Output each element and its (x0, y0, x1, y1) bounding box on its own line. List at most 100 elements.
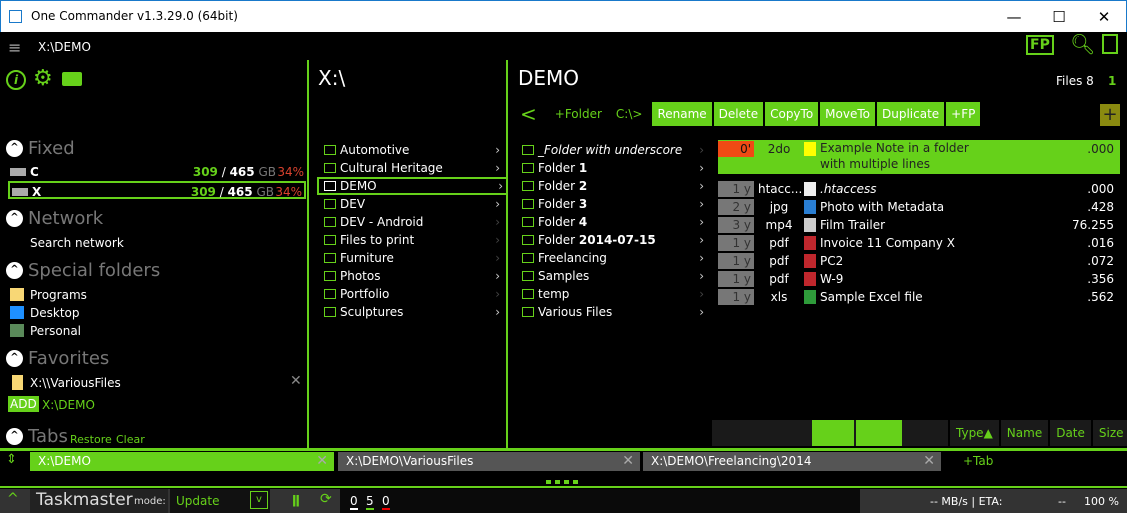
chevron-right-icon[interactable]: › (495, 285, 500, 303)
chevron-right-icon[interactable]: › (495, 141, 500, 159)
chevron-down-icon[interactable]: v (250, 491, 268, 509)
file-row[interactable]: 3 y mp4 Film Trailer 76.255 (718, 216, 1120, 234)
collapse-network-icon[interactable]: ^ (6, 210, 23, 227)
file-row[interactable]: 2 y jpg Photo with Metadata .428 (718, 198, 1120, 216)
moveto-button[interactable]: MoveTo (820, 102, 875, 126)
mode-select[interactable]: Update v (170, 489, 270, 513)
tab-item[interactable]: X:\DEMO\Freelancing\2014 ✕ (643, 452, 941, 471)
back-button[interactable]: < (520, 102, 537, 126)
folder-item[interactable]: DEV - Android › (324, 213, 504, 231)
expand-taskmaster-icon[interactable]: ^ (7, 491, 19, 507)
search-network-link[interactable]: Search network (30, 236, 124, 250)
close-tab-icon[interactable]: ✕ (923, 452, 935, 471)
file-row[interactable]: 1 y htacc... .htaccess .000 (718, 180, 1120, 198)
folder-item[interactable]: DEMO › (317, 177, 507, 195)
chevron-right-icon[interactable]: › (699, 141, 704, 159)
folder-item[interactable]: _Folder with underscore › (522, 141, 708, 159)
favorite-item[interactable]: X:\\VariousFiles (30, 376, 121, 390)
chevron-right-icon[interactable]: › (699, 159, 704, 177)
add-note-button[interactable]: + (1100, 104, 1120, 126)
splitter-handle[interactable] (546, 480, 582, 484)
collapse-fixed-icon[interactable]: ^ (6, 140, 23, 157)
chevron-right-icon[interactable]: › (699, 177, 704, 195)
folder-item[interactable]: Folder 4 › (522, 213, 708, 231)
tabs-toggle-icon[interactable]: ⇕ (6, 452, 17, 467)
chat-icon[interactable] (62, 72, 82, 86)
file-row[interactable]: 1 y pdf PC2 .072 (718, 252, 1120, 270)
add-favorite-button[interactable]: ADD (8, 396, 39, 412)
folder-item[interactable]: Samples › (522, 267, 708, 285)
close-tab-icon[interactable]: ✕ (622, 452, 634, 471)
info-icon[interactable]: i (6, 70, 26, 90)
collapse-tabs-icon[interactable]: ^ (6, 428, 23, 445)
file-row[interactable]: 1 y xls Sample Excel file .562 (718, 288, 1120, 306)
chevron-right-icon[interactable]: › (495, 231, 500, 249)
chevron-right-icon[interactable]: › (495, 195, 500, 213)
folder-item[interactable]: Automotive › (324, 141, 504, 159)
folder-item[interactable]: Sculptures › (324, 303, 504, 321)
chevron-right-icon[interactable]: › (699, 303, 704, 321)
folder-item[interactable]: Photos › (324, 267, 504, 285)
minimize-button[interactable]: — (991, 5, 1037, 29)
command-prompt-button[interactable]: C:\> (616, 107, 643, 121)
drive-item[interactable]: C 309 / 465 GB 34% (8, 163, 306, 181)
sort-name-button[interactable]: Name (1000, 420, 1049, 446)
panel-icon[interactable] (1102, 34, 1118, 54)
add-fp-button[interactable]: +FP (946, 102, 981, 126)
fp-icon[interactable]: FP (1026, 35, 1054, 55)
chevron-right-icon[interactable]: › (495, 249, 500, 267)
maximize-button[interactable]: ☐ (1036, 5, 1082, 29)
folder-item[interactable]: Freelancing › (522, 249, 708, 267)
folder-item[interactable]: Folder 3 › (522, 195, 708, 213)
folder-item[interactable]: Furniture › (324, 249, 504, 267)
delete-button[interactable]: Delete (713, 102, 764, 126)
folder-item[interactable]: Folder 2 › (522, 177, 708, 195)
tab-item[interactable]: X:\DEMO ✕ (30, 452, 334, 471)
gear-icon[interactable]: ⚙ (33, 66, 53, 91)
chevron-right-icon[interactable]: › (699, 249, 704, 267)
folder-item[interactable]: temp › (522, 285, 708, 303)
sort-size-button[interactable]: Size (1092, 420, 1127, 446)
view-mode-active[interactable] (812, 420, 854, 446)
view-mode-thumbnails[interactable] (856, 420, 902, 446)
chevron-right-icon[interactable]: › (699, 267, 704, 285)
add-tab-button[interactable]: +Tab (955, 452, 993, 471)
rename-button[interactable]: Rename (652, 102, 712, 126)
duplicate-button[interactable]: Duplicate (876, 102, 945, 126)
drive-item[interactable]: X 309 / 465 GB 34% (8, 181, 306, 199)
search-icon[interactable]: 🔍︎ (1070, 32, 1095, 56)
file-row[interactable]: 1 y pdf W-9 .356 (718, 270, 1120, 288)
chevron-right-icon[interactable]: › (495, 267, 500, 285)
collapse-favorites-icon[interactable]: ^ (6, 350, 23, 367)
copyto-button[interactable]: CopyTo (765, 102, 819, 126)
chevron-right-icon[interactable]: › (699, 213, 704, 231)
folder-item[interactable]: Cultural Heritage › (324, 159, 504, 177)
chevron-right-icon[interactable]: › (495, 303, 500, 321)
clear-tabs-link[interactable]: Clear (116, 433, 145, 446)
restore-tabs-link[interactable]: Restore (70, 433, 112, 446)
new-folder-button[interactable]: +Folder (555, 107, 602, 121)
special-folder-item[interactable]: Personal (10, 322, 81, 340)
file-row[interactable]: 0' 2do Example Note in a folder with mult… (718, 140, 1120, 174)
folder-item[interactable]: DEV › (324, 195, 504, 213)
collapse-special-icon[interactable]: ^ (6, 262, 23, 279)
chevron-right-icon[interactable]: › (699, 285, 704, 303)
file-row[interactable]: 1 y pdf Invoice 11 Company X .016 (718, 234, 1120, 252)
chevron-right-icon[interactable]: › (498, 179, 503, 193)
special-folder-item[interactable]: Desktop (10, 304, 80, 322)
sort-date-button[interactable]: Date (1050, 420, 1091, 446)
folder-item[interactable]: Files to print › (324, 231, 504, 249)
menu-icon[interactable]: ≡ (8, 38, 21, 57)
folder-item[interactable]: Various Files › (522, 303, 708, 321)
pause-icon[interactable]: ǁ (292, 493, 300, 507)
remove-favorite-icon[interactable]: ✕ (290, 373, 302, 389)
chevron-right-icon[interactable]: › (495, 159, 500, 177)
folder-item[interactable]: Folder 1 › (522, 159, 708, 177)
folder-item[interactable]: Portfolio › (324, 285, 504, 303)
close-button[interactable]: ✕ (1081, 5, 1127, 29)
sort-type-button[interactable]: Type▲ (950, 420, 999, 446)
chevron-right-icon[interactable]: › (495, 213, 500, 231)
tab-item[interactable]: X:\DEMO\VariousFiles ✕ (338, 452, 640, 471)
close-tab-icon[interactable]: ✕ (316, 452, 328, 471)
folder-item[interactable]: Folder 2014-07-15 › (522, 231, 708, 249)
